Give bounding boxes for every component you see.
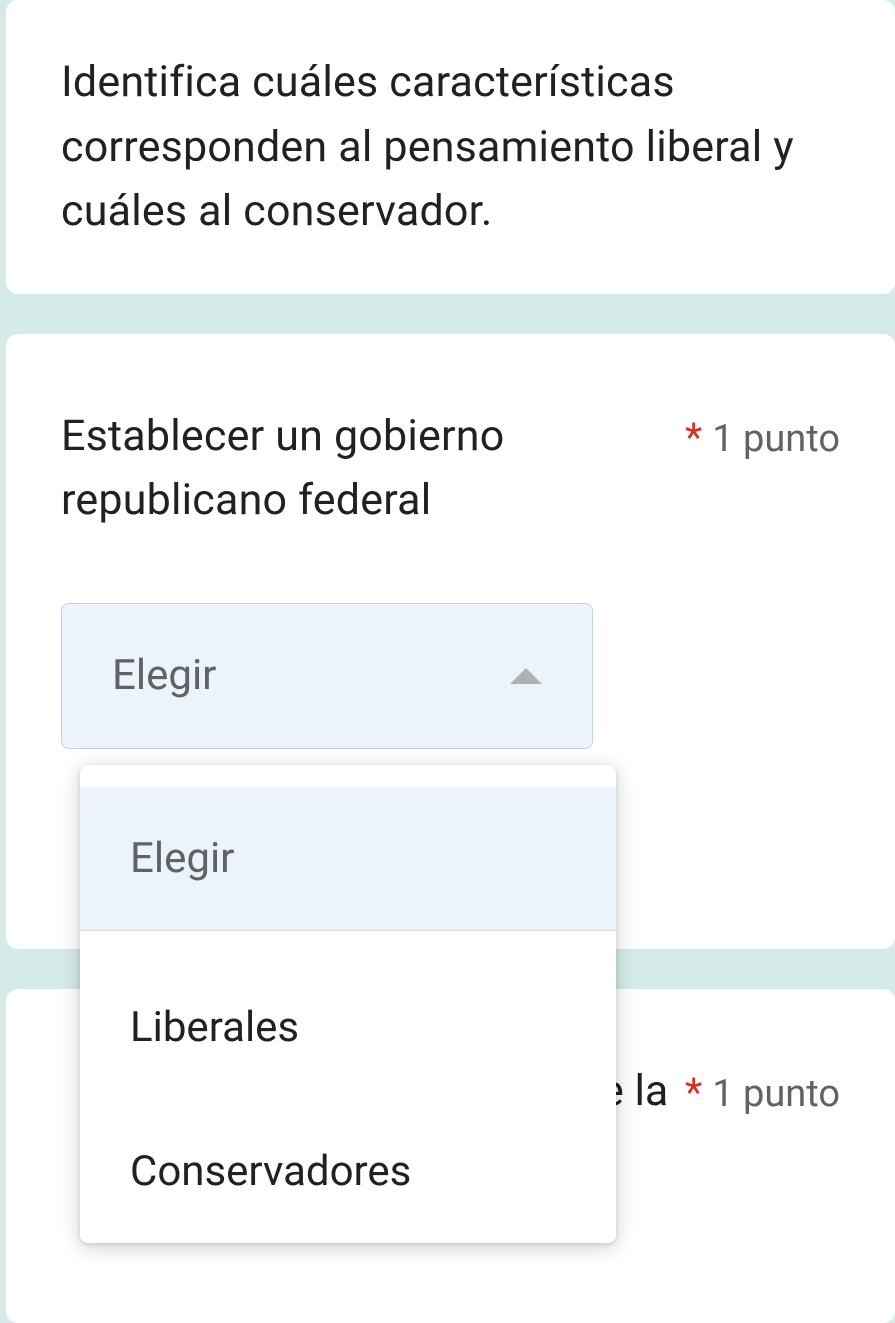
question-row: Establecer un gobierno republicano feder… xyxy=(61,404,840,533)
points-text-2: 1 punto xyxy=(712,1072,840,1116)
caret-up-icon xyxy=(510,668,542,684)
dropdown-menu: Elegir Liberales Conservadores xyxy=(80,765,616,1243)
required-star-2: * xyxy=(685,1069,702,1116)
dropdown-option-placeholder[interactable]: Elegir xyxy=(80,787,616,931)
instruction-card: Identifica cuáles características corres… xyxy=(6,0,895,294)
required-star: * xyxy=(685,414,702,461)
dropdown-option-liberales[interactable]: Liberales xyxy=(80,955,616,1099)
instruction-text: Identifica cuáles características corres… xyxy=(61,50,840,244)
dropdown-option-conservadores[interactable]: Conservadores xyxy=(80,1099,616,1243)
points-block-2: * 1 punto xyxy=(685,1059,840,1116)
dropdown-selected-text: Elegir xyxy=(112,651,216,700)
question-text: Establecer un gobierno republicano feder… xyxy=(61,404,665,533)
dropdown-trigger[interactable]: Elegir xyxy=(61,603,593,749)
points-block: * 1 punto xyxy=(685,404,840,461)
points-text: 1 punto xyxy=(712,417,840,461)
